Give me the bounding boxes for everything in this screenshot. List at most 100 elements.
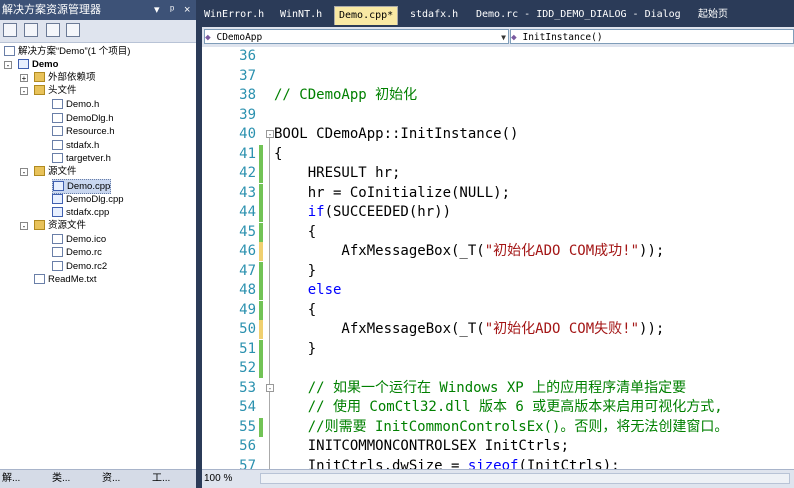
- line-number: 36: [239, 48, 256, 64]
- change-marker: [259, 164, 263, 183]
- tree-node-file[interactable]: targetver.h: [52, 152, 111, 165]
- tree-node-folder[interactable]: 资源文件: [34, 219, 86, 232]
- dropdown-icon[interactable]: ▾: [154, 0, 160, 20]
- class-dropdown[interactable]: ◆ CDemoApp ▼: [204, 29, 509, 44]
- refresh-icon[interactable]: [46, 23, 60, 37]
- tree-node-folder[interactable]: 外部依赖项: [34, 71, 96, 84]
- tab-demo-cpp[interactable]: Demo.cpp*: [334, 6, 399, 25]
- tab-class-view[interactable]: 类...: [52, 472, 70, 486]
- line-number: 53: [239, 379, 256, 396]
- solution-explorer-titlebar: 解决方案资源管理器 ▾ ᵖ ×: [0, 0, 196, 20]
- code-line[interactable]: else: [274, 281, 342, 300]
- folder-icon: [34, 220, 45, 231]
- solution-explorer-panel: 解决方案资源管理器 ▾ ᵖ × 解决方案“Demo”(1 个项目) - Demo…: [0, 0, 196, 488]
- tab-winnt-h[interactable]: WinNT.h: [280, 6, 322, 24]
- navigation-bar: ◆ CDemoApp ▼ ◆ InitInstance(): [202, 27, 794, 48]
- tree-node-file[interactable]: DemoDlg.cpp: [52, 193, 124, 206]
- project-icon: [18, 59, 29, 70]
- code-line[interactable]: }: [274, 262, 316, 281]
- code-line[interactable]: AfxMessageBox(_T("初始化ADO COM失败!"));: [274, 320, 664, 339]
- class-icon: ◆: [205, 32, 211, 43]
- change-marker: [259, 359, 263, 378]
- header-file-icon: [52, 153, 63, 164]
- tab-toolbox[interactable]: 工...: [152, 472, 170, 486]
- line-number: 55: [239, 418, 256, 435]
- view-code-icon[interactable]: [66, 23, 80, 37]
- tab-resource-view[interactable]: 资...: [102, 472, 120, 486]
- line-number: 56: [239, 438, 256, 454]
- change-marker: [259, 417, 263, 437]
- code-line[interactable]: // CDemoApp 初始化: [274, 86, 417, 105]
- change-marker: [259, 339, 263, 359]
- tree-node-file[interactable]: Demo.h: [52, 98, 99, 111]
- fold-toggle-icon[interactable]: -: [266, 383, 274, 392]
- code-line[interactable]: {: [274, 301, 316, 320]
- line-number: 54: [239, 399, 256, 415]
- tree-node-file[interactable]: Demo.rc: [52, 246, 102, 259]
- line-number: 41: [239, 145, 256, 162]
- tree-node-file[interactable]: stdafx.h: [52, 139, 99, 152]
- show-all-files-icon[interactable]: [24, 23, 38, 37]
- tree-node-file[interactable]: Resource.h: [52, 125, 115, 138]
- expand-icon[interactable]: +: [20, 74, 28, 83]
- tab-winerror-h[interactable]: WinError.h: [204, 6, 264, 24]
- icon-file-icon: [52, 234, 63, 245]
- line-number: 49: [239, 301, 256, 318]
- line-number: 40: [239, 126, 256, 142]
- code-line[interactable]: //则需要 InitCommonControlsEx()。否则，将无法创建窗口。: [274, 418, 729, 437]
- collapse-icon[interactable]: -: [20, 87, 28, 96]
- tab-start-page[interactable]: 起始页: [698, 6, 728, 24]
- line-number: 44: [239, 204, 256, 220]
- outline-line: [269, 133, 270, 469]
- code-line[interactable]: // 使用 ComCtl32.dll 版本 6 或更高版本来启用可视化方式,: [274, 398, 723, 417]
- member-dropdown[interactable]: ◆ InitInstance(): [510, 29, 794, 44]
- code-line[interactable]: {: [274, 223, 316, 242]
- line-number: 46: [239, 243, 256, 259]
- cpp-file-icon: [53, 181, 64, 192]
- fold-toggle-icon[interactable]: -: [266, 130, 274, 139]
- line-number: 45: [239, 223, 256, 240]
- tree-node-file[interactable]: Demo.rc2: [52, 260, 107, 273]
- text-file-icon: [34, 274, 45, 285]
- collapse-icon[interactable]: -: [20, 168, 28, 177]
- tab-demo-rc-dialog[interactable]: Demo.rc - IDD_DEMO_DIALOG - Dialog: [476, 6, 681, 24]
- tree-node-file[interactable]: stdafx.cpp: [52, 206, 109, 219]
- tree-node-file[interactable]: Demo.ico: [52, 233, 106, 246]
- header-file-icon: [52, 140, 63, 151]
- properties-icon[interactable]: [3, 23, 17, 37]
- code-line[interactable]: InitCtrls.dwSize = sizeof(InitCtrls);: [274, 457, 620, 470]
- change-marker: [259, 222, 263, 242]
- close-icon[interactable]: ×: [184, 0, 190, 20]
- code-line[interactable]: BOOL CDemoApp::InitInstance(): [274, 125, 518, 144]
- code-line[interactable]: INITCOMMONCONTROLSEX InitCtrls;: [274, 437, 569, 456]
- line-number: 57: [239, 457, 256, 470]
- collapse-icon[interactable]: -: [20, 222, 28, 231]
- cpp-file-icon: [52, 194, 63, 205]
- tree-node-solution[interactable]: 解决方案“Demo”(1 个项目): [4, 45, 130, 58]
- code-line[interactable]: }: [274, 340, 316, 359]
- zoom-level[interactable]: 100 %: [204, 472, 232, 485]
- horizontal-scrollbar[interactable]: [260, 473, 790, 484]
- collapse-icon[interactable]: -: [4, 61, 12, 70]
- code-editor[interactable]: 36 37 38// CDemoApp 初始化 39 40- BOOL CDemoApp:…: [202, 47, 794, 469]
- panel-tabs: 解... 类... 资... 工...: [0, 469, 196, 488]
- code-line[interactable]: {: [274, 145, 282, 164]
- tab-solution-explorer[interactable]: 解...: [2, 472, 20, 486]
- code-line[interactable]: hr = CoInitialize(NULL);: [274, 184, 510, 203]
- code-line[interactable]: if(SUCCEEDED(hr)): [274, 203, 451, 222]
- tab-stdafx-h[interactable]: stdafx.h: [410, 6, 458, 24]
- pin-icon[interactable]: ᵖ: [170, 0, 174, 20]
- line-number: 52: [239, 360, 256, 376]
- tree-node-file-selected[interactable]: Demo.cpp: [52, 179, 112, 194]
- tree-node-file[interactable]: ReadMe.txt: [34, 273, 97, 286]
- tree-node-folder[interactable]: 源文件: [34, 165, 77, 178]
- code-line[interactable]: AfxMessageBox(_T("初始化ADO COM成功!"));: [274, 242, 664, 261]
- code-line[interactable]: HRESULT hr;: [274, 164, 401, 183]
- folder-icon: [34, 85, 45, 96]
- tree-node-project[interactable]: Demo: [18, 58, 58, 71]
- tree-node-file[interactable]: DemoDlg.h: [52, 112, 114, 125]
- line-number: 48: [239, 282, 256, 298]
- folder-icon: [34, 72, 45, 83]
- code-line[interactable]: // 如果一个运行在 Windows XP 上的应用程序清单指定要: [274, 379, 686, 398]
- tree-node-folder[interactable]: 头文件: [34, 84, 77, 97]
